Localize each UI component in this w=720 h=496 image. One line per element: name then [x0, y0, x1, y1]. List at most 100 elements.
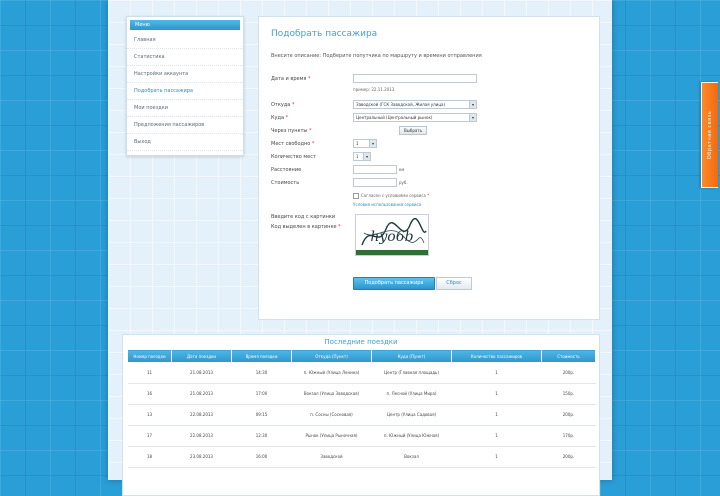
column-header-to[interactable]: Куда (Пункт) — [371, 349, 452, 363]
table-cell: 200р. — [541, 446, 596, 468]
from-label: Откуда * — [271, 102, 295, 108]
sidebar-menu: Меню Главная Статистика Настройки аккаун… — [126, 16, 244, 156]
table-cell: 22.08.2013 — [171, 404, 232, 426]
chevron-down-icon: ▾ — [469, 114, 476, 121]
table-cell: 150р. — [541, 383, 596, 405]
table-cell: 1 — [451, 446, 542, 468]
column-header-passengers[interactable]: Количество пассажиров — [451, 349, 542, 363]
table-cell: 200р. — [541, 362, 596, 384]
table-cell: Центр (Улица Садовая) — [371, 404, 452, 426]
table-cell: 22.08.2013 — [171, 425, 232, 447]
datetime-input[interactable] — [353, 74, 477, 83]
from-select[interactable]: Заводской (ГСК Заводской, Жилая улица) ▾ — [353, 100, 477, 109]
table-cell: п. Южный (Улица Ленина) — [291, 362, 372, 384]
sidebar-item-my-trips[interactable]: Мои поездки — [127, 100, 243, 117]
agree-checkbox[interactable] — [353, 193, 359, 199]
to-select-value: Центральный (Центральный рынок) — [356, 115, 433, 120]
page-container: Меню Главная Статистика Настройки аккаун… — [108, 0, 612, 496]
column-header-time[interactable]: Время поездки — [231, 349, 292, 363]
route-label: Через пункты * — [271, 128, 312, 134]
table-cell: Рынок (Улица Рыночная) — [291, 425, 372, 447]
luggage-select[interactable]: 1 ▾ — [353, 152, 371, 161]
captcha-text: hyo6b — [370, 229, 413, 245]
distance-unit: км — [399, 167, 405, 172]
column-header-trip-number[interactable]: Номер поездки — [127, 349, 172, 363]
datetime-label: Дата и время * — [271, 76, 311, 82]
price-unit: руб. — [399, 180, 408, 185]
find-passenger-button[interactable]: Подобрать пассажира — [353, 277, 435, 290]
form-intro-text: Внесите описание: Подберите попутчика по… — [271, 53, 482, 59]
table-cell: 1 — [451, 425, 542, 447]
price-label: Стоимость — [271, 180, 300, 186]
table-cell: 1 — [451, 362, 542, 384]
table-row[interactable]: 17 22.08.2013 12:30 Рынок (Улица Рыночная) п… — [127, 425, 596, 447]
luggage-select-value: 1 — [356, 154, 359, 159]
price-input[interactable] — [353, 178, 397, 187]
table-cell: 21.08.2013 — [171, 383, 232, 405]
to-label: Куда * — [271, 115, 289, 121]
table-cell: Вокзал (Улица Заводская) — [291, 383, 372, 405]
table-cell: 18 — [127, 446, 172, 468]
table-cell: 23.08.2013 — [171, 446, 232, 468]
table-header-row: Номер поездки Дата поездки Время поездки… — [127, 349, 596, 363]
table-cell: Вокзал — [371, 446, 452, 468]
sidebar-item-logout[interactable]: Выход — [127, 134, 243, 151]
sidebar-item-account-settings[interactable]: Настройки аккаунта — [127, 66, 243, 83]
feedback-tab[interactable]: Обратная связь — [701, 82, 718, 188]
sidebar-item-find-passenger[interactable]: Подобрать пассажира — [127, 83, 243, 100]
table-row[interactable]: 18 23.08.2013 16:00 Заводской Вокзал 1 200р. — [127, 446, 596, 468]
captcha-label: Введите код с картинки — [271, 214, 336, 220]
table-cell: п. Сосны (Сосновая) — [291, 404, 372, 426]
agree-label: Согласен с условиями сервиса * — [361, 193, 430, 198]
table-cell: 200р. — [541, 404, 596, 426]
table-row[interactable]: 16 21.08.2013 17:00 Вокзал (Улица Заводская… — [127, 383, 596, 405]
recent-trips-title: Последние поездки — [324, 338, 398, 346]
table-cell: 12:30 — [231, 425, 292, 447]
reset-button[interactable]: Сброс — [436, 277, 472, 290]
captcha-base-strip — [356, 250, 428, 255]
sidebar-title: Меню — [130, 20, 240, 30]
chevron-down-icon: ▾ — [363, 153, 370, 160]
table-cell: 17 — [127, 425, 172, 447]
trips-table-body: 11 21.08.2013 14:30 п. Южный (Улица Ленина)… — [127, 362, 596, 468]
column-header-price[interactable]: Стоимость — [541, 349, 596, 363]
table-row[interactable]: 13 22.08.2013 09:15 п. Сосны (Сосновая) Цент… — [127, 404, 596, 426]
table-cell: п. Лесной (Улица Мира) — [371, 383, 452, 405]
trip-form-panel: Подобрать пассажира Внесите описание: По… — [258, 16, 600, 320]
table-cell: п. Южный (Улица Южная) — [371, 425, 452, 447]
from-select-value: Заводской (ГСК Заводской, Жилая улица) — [356, 102, 446, 107]
captcha-graphic: hyo6b — [361, 217, 427, 246]
distance-label: Расстояние — [271, 167, 302, 173]
table-cell: 1 — [451, 404, 542, 426]
to-select[interactable]: Центральный (Центральный рынок) ▾ — [353, 113, 477, 122]
column-header-from[interactable]: Откуда (Пункт) — [291, 349, 372, 363]
feedback-label: Обратная связь — [707, 110, 713, 160]
captcha-image: hyo6b — [355, 214, 429, 256]
seats-select[interactable]: 1 ▾ — [353, 139, 377, 148]
table-cell: 11 — [127, 362, 172, 384]
table-cell: 17:00 — [231, 383, 292, 405]
table-cell: 16 — [127, 383, 172, 405]
sidebar-item-stats[interactable]: Статистика — [127, 49, 243, 66]
luggage-label: Количество мест — [271, 154, 316, 160]
terms-link[interactable]: Условия использования сервиса — [353, 202, 421, 207]
seats-select-value: 1 — [356, 141, 359, 146]
table-cell: Заводской — [291, 446, 372, 468]
route-select-button[interactable]: Выбрать — [399, 126, 428, 135]
seats-label: Мест свободно * — [271, 141, 315, 147]
distance-input[interactable] — [353, 165, 397, 174]
table-cell: 13 — [127, 404, 172, 426]
table-cell: 21.08.2013 — [171, 362, 232, 384]
table-cell: 16:00 — [231, 446, 292, 468]
trips-table: Номер поездки Дата поездки Время поездки… — [127, 349, 596, 468]
table-cell: 14:30 — [231, 362, 292, 384]
sidebar-item-passenger-offers[interactable]: Предложения пассажиров — [127, 117, 243, 134]
column-header-date[interactable]: Дата поездки — [171, 349, 232, 363]
table-row[interactable]: 11 21.08.2013 14:30 п. Южный (Улица Ленина)… — [127, 362, 596, 384]
page-title: Подобрать пассажира — [271, 29, 378, 39]
table-cell: 170р. — [541, 425, 596, 447]
table-cell: Центр (Главная площадь) — [371, 362, 452, 384]
datetime-hint: пример: 22.11.2013 — [353, 87, 395, 92]
recent-trips-panel: Последние поездки Номер поездки Дата пое… — [122, 334, 600, 496]
sidebar-item-home[interactable]: Главная — [127, 32, 243, 49]
